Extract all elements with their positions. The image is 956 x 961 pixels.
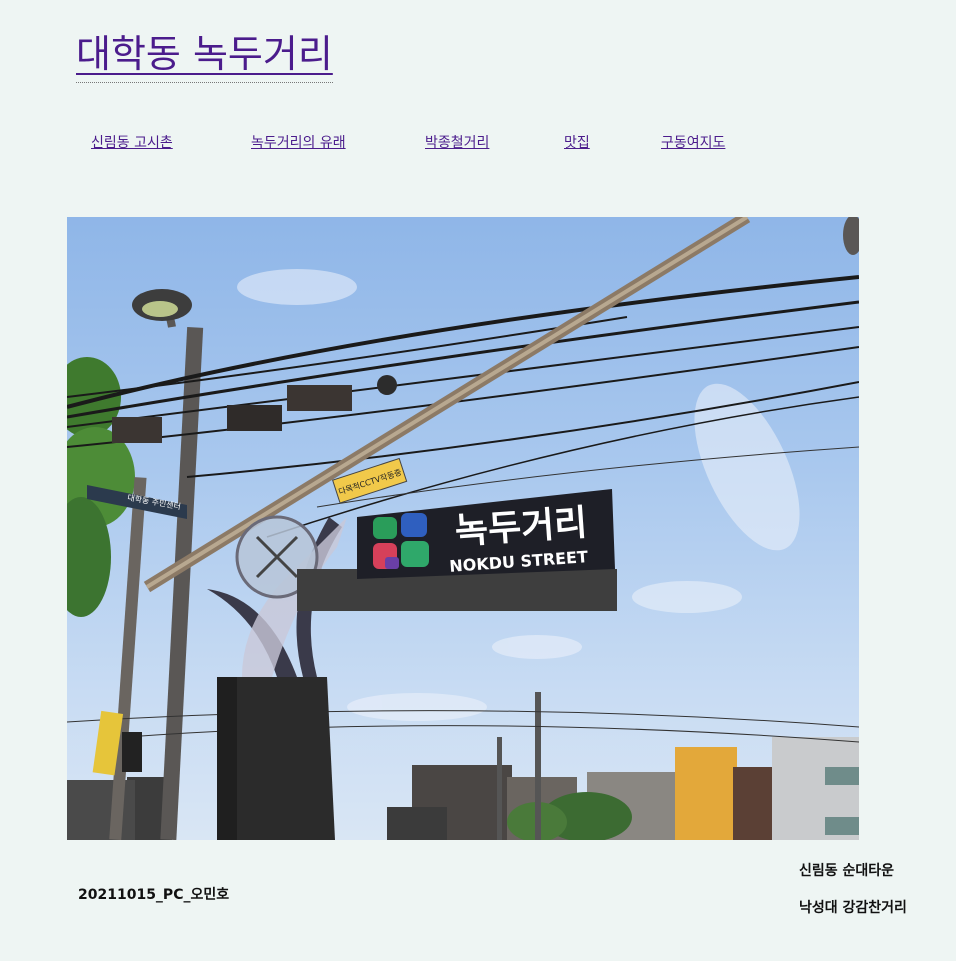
nav-item-restaurants[interactable]: 맛집 bbox=[564, 132, 590, 152]
nav-item-origin[interactable]: 녹두거리의 유래 bbox=[251, 132, 346, 152]
related-link-sundae-town[interactable]: 신림동 순대타운 bbox=[799, 862, 907, 899]
photo-credit: 20211015_PC_오민호 bbox=[78, 887, 230, 903]
nav-item-map[interactable]: 구동여지도 bbox=[661, 132, 725, 152]
buildings bbox=[67, 737, 859, 840]
street-photo: 대학동 주민센터 다목적CCTV작동중 녹두거리 NOKDU STREET bbox=[67, 217, 859, 840]
street-lamp bbox=[132, 289, 192, 328]
lamp-fragment bbox=[843, 217, 859, 255]
nav-item-parkjongcheol[interactable]: 박종철거리 bbox=[425, 132, 489, 152]
nokdu-street-sign: 녹두거리 NOKDU STREET bbox=[297, 489, 617, 611]
sign-monument bbox=[207, 515, 347, 840]
traffic-light bbox=[122, 732, 142, 772]
related-link-gangamchan[interactable]: 낙성대 강감찬거리 bbox=[799, 899, 907, 936]
site-title[interactable]: 대학동 녹두거리 bbox=[76, 28, 333, 83]
clouds bbox=[237, 269, 800, 721]
nav-item-gosichon[interactable]: 신림동 고시촌 bbox=[91, 132, 173, 152]
related-links: 신림동 순대타운 낙성대 강감찬거리 bbox=[799, 862, 907, 936]
